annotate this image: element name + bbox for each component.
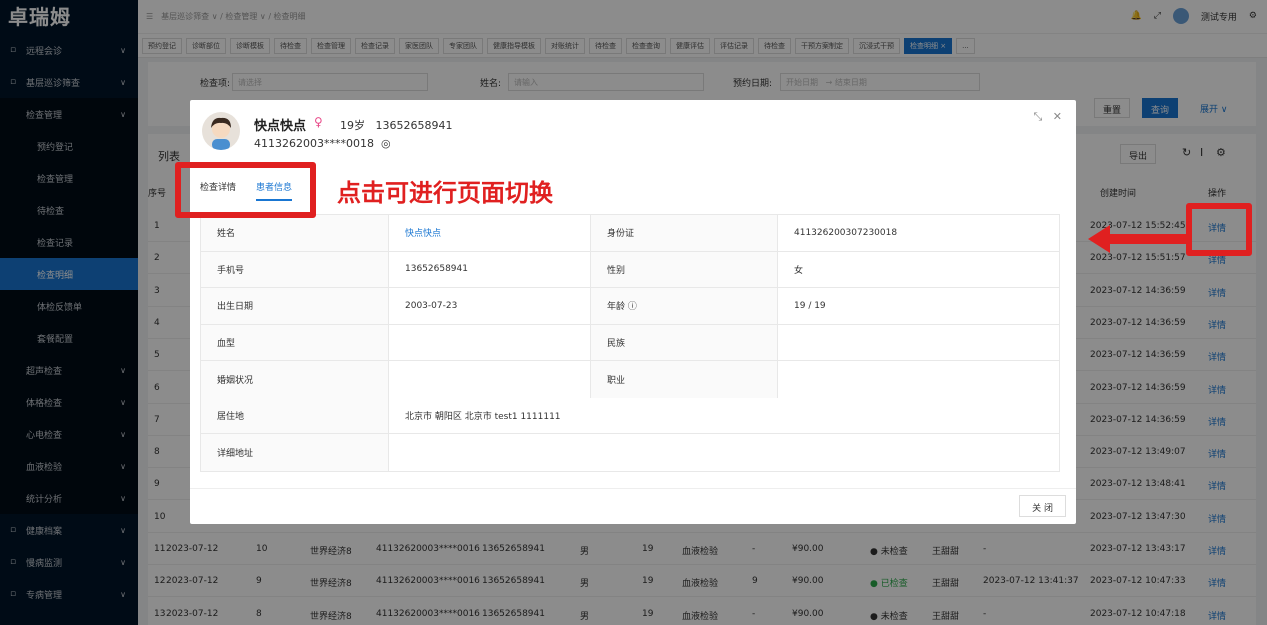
field-k2: 身份证 — [591, 215, 778, 251]
close-icon[interactable]: ✕ — [1053, 110, 1062, 123]
detail-highlight-box — [1186, 203, 1252, 256]
eye-off-icon[interactable]: ◎ — [381, 137, 391, 150]
field-v: 13652658941 — [389, 251, 591, 287]
close-button[interactable]: 关 闭 — [1019, 495, 1066, 517]
female-icon: ♀ — [314, 115, 323, 129]
patient-info-grid: 姓名 快点快点 身份证 411326200307230018 手机号 1365265894… — [200, 214, 1060, 472]
modal-header-tools: ⤡ ✕ — [1033, 110, 1062, 124]
grid-row: 详细地址 — [201, 434, 1059, 471]
patient-meta: 19岁 13652658941 — [340, 117, 452, 133]
field-v2: 411326200307230018 — [794, 227, 898, 238]
grid-row: 手机号 13652658941 性别 女 — [201, 251, 1059, 288]
field-k2: 民族 — [591, 324, 778, 360]
address-label: 居住地 — [201, 397, 389, 433]
patient-avatar — [202, 112, 240, 150]
patient-id-masked: 4113262003****0018 — [254, 137, 374, 150]
field-v — [389, 324, 591, 360]
field-v2 — [778, 325, 1059, 361]
field-v2 — [778, 361, 1059, 398]
modal-footer: 关 闭 — [190, 488, 1076, 524]
field-v — [389, 361, 591, 398]
field-v: 2003-07-23 — [389, 288, 591, 324]
address-value: 北京市 朝阳区 北京市 test1 1111111 — [405, 411, 561, 422]
grid-row: 血型 民族 — [201, 324, 1059, 361]
field-k: 血型 — [201, 324, 389, 360]
field-v[interactable]: 快点快点 — [389, 215, 591, 251]
field-v2: 女 — [794, 265, 804, 276]
arrow-left-icon — [1088, 225, 1188, 253]
expand-icon[interactable]: ⤡ — [1033, 110, 1042, 123]
patient-name: 快点快点 — [254, 119, 307, 134]
field-k: 婚姻状况 — [201, 361, 389, 398]
tab-highlight-box — [175, 162, 316, 218]
annotation-text: 点击可进行页面切换 — [337, 179, 553, 207]
field-k2: 年龄 ⓘ — [591, 288, 778, 324]
patient-modal: 快点快点 ♀ 19岁 13652658941 4113262003****001… — [190, 100, 1076, 524]
grid-row: 婚姻状况 职业 — [201, 361, 1059, 398]
patient-phone: 13652658941 — [375, 119, 453, 132]
patient-id: 4113262003****0018 ◎ — [254, 137, 391, 150]
detail-address-value — [389, 434, 1059, 471]
detail-address-label: 详细地址 — [201, 434, 389, 471]
grid-row: 姓名 快点快点 身份证 411326200307230018 — [201, 215, 1059, 252]
field-k: 手机号 — [201, 251, 389, 287]
grid-row: 出生日期 2003-07-23 年龄 ⓘ 19 / 19 — [201, 288, 1059, 325]
field-k2: 性别 — [591, 251, 778, 287]
grid-row: 居住地 北京市 朝阳区 北京市 test1 1111111 — [201, 397, 1059, 434]
patient-age: 19岁 — [340, 119, 365, 132]
field-v2: 19 / 19 — [794, 300, 826, 311]
field-k: 出生日期 — [201, 288, 389, 324]
field-k2: 职业 — [591, 361, 778, 398]
field-k: 姓名 — [201, 215, 389, 251]
app-root: 卓瑞姆 ▫ 远程会诊 ∨ ▫ 基层巡诊筛查 ∨ 检查管理 ∨ 预约登记 检查管理 待检查 检查记录 检查… — [0, 0, 1267, 625]
